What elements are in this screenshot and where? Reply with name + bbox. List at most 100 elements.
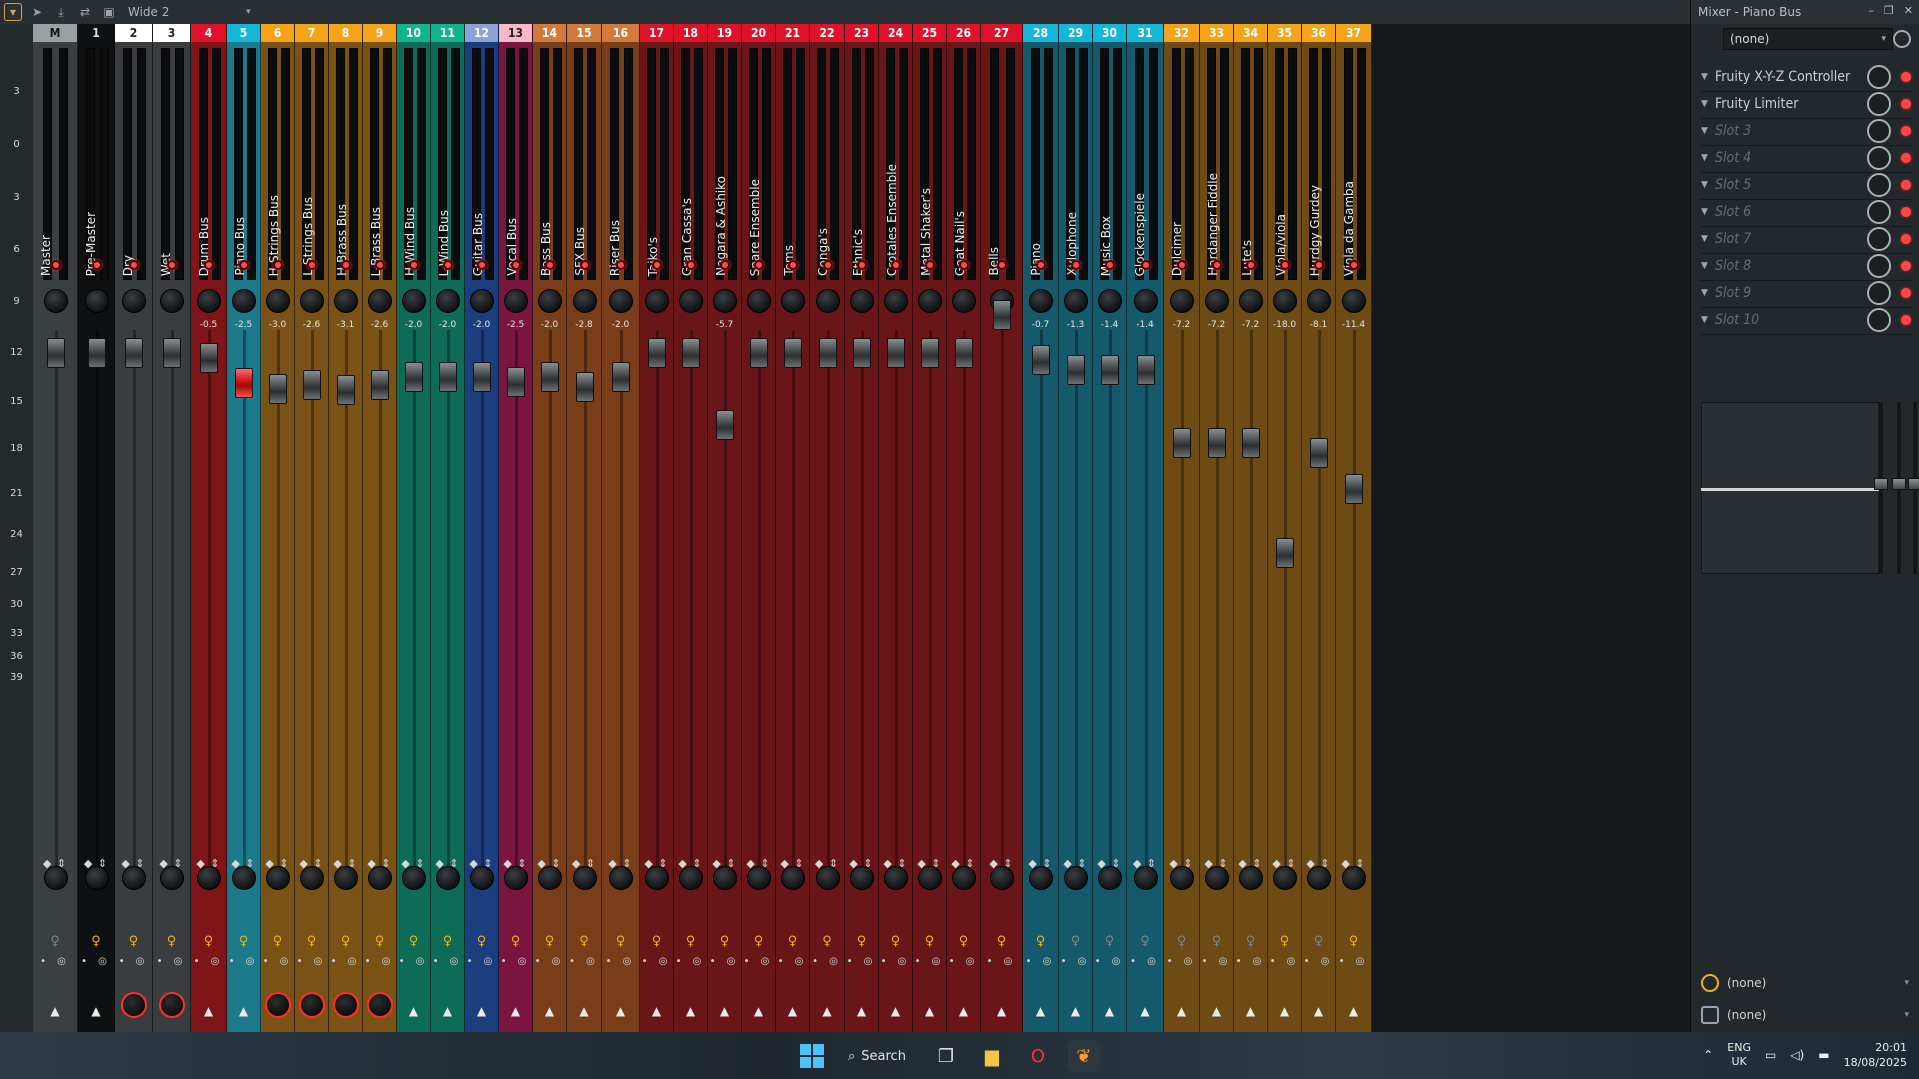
stereo-separation-knob[interactable] (990, 866, 1014, 890)
volume-fader[interactable] (473, 362, 491, 392)
pan-knob[interactable] (300, 289, 324, 313)
mixer-track-16[interactable]: 16 Riser Bus -2.0 ◆ ⇕ ♀ • ◎ ▲ (602, 24, 640, 1032)
track-io[interactable]: • ◎ (363, 956, 396, 967)
effect-slot-label[interactable]: Slot 5 (1715, 177, 1751, 193)
route-arrow-icon[interactable]: ▲ (33, 1004, 77, 1018)
track-number[interactable]: 10 (397, 24, 430, 42)
chevron-down-icon[interactable]: ▼ (1701, 315, 1715, 325)
mixer-track-3[interactable]: 3 Wet ◆ ⇕ ♀ • ◎ (153, 24, 191, 1032)
volume-fader[interactable] (163, 338, 181, 368)
slot-mix-knob[interactable] (1867, 253, 1891, 278)
volume-fader[interactable] (87, 338, 106, 368)
mixer-track-10[interactable]: 10 H-Wind Bus -2.0 ◆ ⇕ ♀ • ◎ ▲ (397, 24, 431, 1032)
stereo-separation-knob[interactable] (781, 866, 805, 890)
pan-knob[interactable] (122, 289, 146, 313)
route-arrow-icon[interactable]: ▲ (640, 1004, 673, 1018)
track-io[interactable]: • ◎ (295, 956, 328, 967)
track-number[interactable]: 22 (810, 24, 844, 42)
mute-led[interactable] (1036, 260, 1046, 270)
mute-led[interactable] (1071, 260, 1081, 270)
track-io[interactable]: • ◎ (1164, 956, 1199, 967)
record-arm-icon[interactable]: ♀ (1200, 934, 1233, 949)
mute-led[interactable] (1280, 260, 1290, 270)
stereo-separation-knob[interactable] (197, 866, 221, 890)
mute-led[interactable] (959, 260, 969, 270)
mute-led[interactable] (204, 260, 214, 270)
mute-led[interactable] (511, 260, 521, 270)
minimize-icon[interactable]: – (1868, 4, 1874, 17)
mixer-track-21[interactable]: 21Toms◆ ⇕♀• ◎▲ (776, 24, 810, 1032)
record-arm-icon[interactable]: ♀ (499, 934, 532, 949)
pan-knob[interactable] (266, 289, 290, 313)
mixer-track-33[interactable]: 33 Hardanger Fiddle -7.2 ◆ ⇕ ♀ • ◎ ▲ (1200, 24, 1234, 1032)
mixer-track-34[interactable]: 34 Lute's -7.2 ◆ ⇕ ♀ • ◎ ▲ (1234, 24, 1268, 1032)
send-knob[interactable] (159, 992, 185, 1018)
pan-knob[interactable] (572, 289, 597, 313)
volume-fader[interactable] (1136, 355, 1155, 385)
track-io[interactable]: • ◎ (708, 956, 741, 967)
track-io[interactable]: • ◎ (602, 956, 639, 967)
track-io[interactable]: • ◎ (1127, 956, 1163, 967)
send-knob[interactable] (265, 992, 291, 1018)
volume-fader[interactable] (887, 338, 905, 368)
mute-led[interactable] (754, 260, 764, 270)
volume-fader[interactable] (439, 362, 457, 392)
mute-led[interactable] (997, 260, 1007, 270)
effect-slot-label[interactable]: Slot 9 (1715, 285, 1751, 301)
mixer-track-30[interactable]: 30 Music Box -1.4 ◆ ⇕ ♀ • ◎ ▲ (1093, 24, 1127, 1032)
pan-knob[interactable] (679, 289, 703, 313)
pan-knob[interactable] (884, 289, 908, 313)
send-knob[interactable] (367, 992, 393, 1018)
track-number[interactable]: 28 (1023, 24, 1058, 42)
track-number[interactable]: 12 (465, 24, 498, 42)
mute-led[interactable] (925, 260, 935, 270)
volume-fader[interactable] (303, 370, 321, 400)
effect-slot[interactable]: ▼ Slot 3 (1701, 116, 1913, 146)
effect-slot-label[interactable]: Slot 3 (1715, 123, 1751, 139)
slot-enable-led[interactable] (1901, 206, 1911, 217)
record-arm-icon[interactable]: ♀ (742, 934, 775, 949)
mixer-track-13[interactable]: 13 Vocal Bus -2.5 ◆ ⇕ ♀ • ◎ ▲ (499, 24, 533, 1032)
slot-enable-led[interactable] (1901, 314, 1911, 325)
track-io[interactable]: • ◎ (1268, 956, 1301, 967)
mixer-track-2[interactable]: 2 Dry ◆ ⇕ ♀ • ◎ (115, 24, 153, 1032)
mixer-track-32[interactable]: 32 Dulcimer -7.2 ◆ ⇕ ♀ • ◎ ▲ (1164, 24, 1200, 1032)
route-arrow-icon[interactable]: ▲ (776, 1004, 809, 1018)
volume-fader[interactable] (200, 343, 218, 373)
record-arm-icon[interactable]: ♀ (1164, 934, 1199, 949)
effect-slot[interactable]: ▼ Slot 9 (1701, 278, 1913, 308)
track-io[interactable]: • ◎ (397, 956, 430, 967)
route-arrow-icon[interactable]: ▲ (227, 1004, 260, 1018)
effect-slot[interactable]: ▼ Slot 7 (1701, 224, 1913, 254)
chevron-down-icon[interactable]: ▼ (1701, 180, 1715, 190)
mixer-track-11[interactable]: 11 L-Wind Bus -2.0 ◆ ⇕ ♀ • ◎ ▲ (431, 24, 465, 1032)
pan-knob[interactable] (1029, 289, 1053, 313)
slot-mix-knob[interactable] (1867, 226, 1891, 251)
record-arm-icon[interactable]: ♀ (329, 934, 362, 949)
mute-led[interactable] (375, 260, 385, 270)
route-arrow-icon[interactable]: ▲ (78, 1004, 114, 1018)
mixer-track-25[interactable]: 25 Metal Shaker's ◆ ⇕ ♀ • ◎ ▲ (913, 24, 947, 1032)
track-number[interactable]: 18 (674, 24, 707, 42)
mute-led[interactable] (616, 260, 626, 270)
track-name[interactable]: Taiko's (646, 237, 664, 276)
route-arrow-icon[interactable]: ▲ (981, 1004, 1022, 1018)
pan-knob[interactable] (1307, 289, 1331, 313)
file-explorer-icon[interactable]: ▆ (976, 1040, 1008, 1072)
volume-fader[interactable] (1310, 438, 1328, 468)
mixer-track-29[interactable]: 29 Xylophone -1.3 ◆ ⇕ ♀ • ◎ ▲ (1059, 24, 1093, 1032)
chevron-down-icon[interactable]: ▼ (1701, 207, 1715, 217)
stereo-separation-knob[interactable] (1029, 866, 1053, 890)
mixer-track-12[interactable]: 12 Guitar Bus -2.0 ◆ ⇕ ♀ • ◎ ▲ (465, 24, 499, 1032)
slot-mix-knob[interactable] (1867, 307, 1891, 332)
route-arrow-icon[interactable]: ▲ (1023, 1004, 1058, 1018)
volume-fader[interactable] (1242, 428, 1260, 458)
track-io[interactable]: • ◎ (1234, 956, 1267, 967)
track-io[interactable]: • ◎ (640, 956, 673, 967)
chevron-down-icon[interactable]: ▼ (1701, 99, 1715, 109)
slot-mix-knob[interactable] (1867, 64, 1891, 89)
pan-knob[interactable] (334, 289, 358, 313)
volume-fader[interactable] (1276, 538, 1294, 568)
search-button[interactable]: ⌕ Search (838, 1040, 916, 1072)
eq-band-fader[interactable] (1874, 478, 1888, 490)
